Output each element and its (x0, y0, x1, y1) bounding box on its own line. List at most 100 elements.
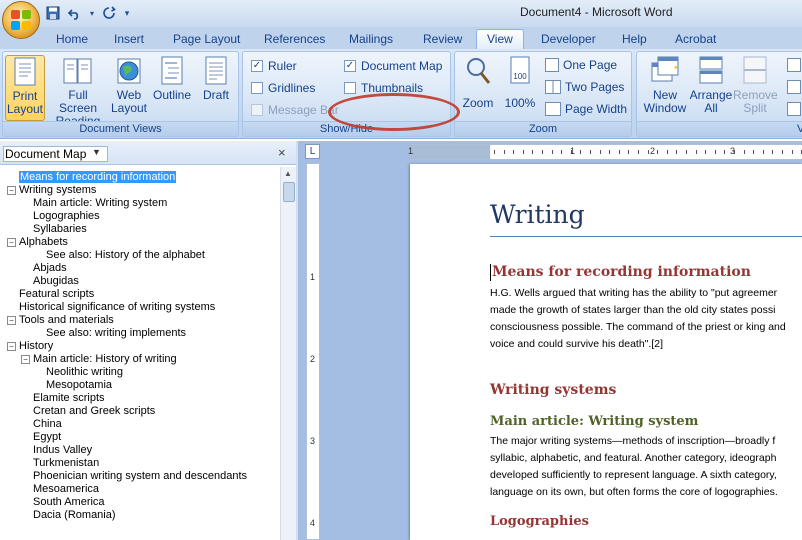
zoom-100-button[interactable]: 100 100% (503, 55, 537, 110)
collapse-toggle-icon[interactable]: − (7, 342, 16, 351)
document-map-item[interactable]: Abugidas (33, 275, 79, 288)
document-map-item[interactable]: − Writing systems (7, 184, 97, 197)
arrange-all-button[interactable]: Arrange All (689, 55, 733, 115)
tab-developer[interactable]: Developer (541, 29, 596, 49)
tab-references[interactable]: References (264, 29, 325, 49)
document-map-item[interactable]: − Tools and materials (7, 314, 114, 327)
document-map-item[interactable]: Featural scripts (19, 288, 94, 301)
draft-button[interactable]: Draft (197, 55, 235, 102)
ruler-label: Ruler (268, 59, 297, 73)
ruler-checkbox[interactable]: ✓ Ruler (251, 59, 297, 73)
redo-icon[interactable] (100, 4, 118, 22)
two-pages-button[interactable]: Two Pages (545, 80, 624, 94)
document-map-item[interactable]: Turkmenistan (33, 457, 99, 470)
horizontal-ruler[interactable]: 1 1 2 3 (408, 144, 802, 160)
document-map-check-icon: ✓ (344, 60, 356, 72)
print-layout-label-2: Layout (6, 102, 44, 116)
collapse-toggle-icon[interactable]: − (7, 238, 16, 247)
magnifier-icon (463, 55, 493, 87)
tab-home[interactable]: Home (56, 29, 88, 49)
tab-help[interactable]: Help (622, 29, 647, 49)
document-map-item[interactable]: Indus Valley (33, 444, 92, 457)
document-map-item[interactable]: China (33, 418, 62, 431)
text-cursor (490, 264, 491, 281)
outline-button[interactable]: Outline (151, 55, 193, 102)
new-window-button[interactable]: New Window (641, 55, 689, 115)
document-map-item[interactable]: South America (33, 496, 105, 509)
scroll-up-icon[interactable]: ▲ (284, 169, 292, 178)
scroll-thumb[interactable] (283, 182, 295, 202)
document-map-item-label: Writing systems (19, 184, 97, 196)
document-map-item[interactable]: Dacia (Romania) (33, 509, 116, 522)
tab-selector-button[interactable]: L (305, 144, 320, 159)
document-map-scrollbar[interactable]: ▲ (280, 167, 296, 540)
document-map-item[interactable]: Elamite scripts (33, 392, 105, 405)
save-icon[interactable] (44, 4, 62, 22)
ruler-tick (590, 150, 591, 154)
one-page-button[interactable]: One Page (545, 58, 617, 72)
document-map-item-label: Main article: Writing system (33, 197, 168, 209)
document-map-item[interactable]: Main article: Writing system (33, 197, 167, 210)
synchronous-scrolling-icon (787, 80, 801, 94)
zoom-button[interactable]: Zoom (461, 55, 495, 110)
ruler-number: 3 (730, 146, 736, 156)
tab-acrobat[interactable]: Acrobat (675, 29, 716, 49)
view-side-by-side-icon (787, 58, 801, 72)
document-map-item[interactable]: Mesoamerica (33, 483, 99, 496)
new-window-icon (650, 55, 680, 87)
document-title: Writing (490, 200, 585, 229)
document-map-item[interactable]: Syllabaries (33, 223, 87, 236)
document-map-item[interactable]: Mesopotamia (46, 379, 112, 392)
synchronous-scrolling-button[interactable] (787, 80, 801, 94)
undo-icon[interactable] (66, 4, 84, 22)
tab-view[interactable]: View (476, 29, 524, 49)
document-map-item-label: Cretan and Greek scripts (33, 405, 156, 417)
view-side-by-side-button[interactable] (787, 58, 801, 72)
document-map-item[interactable]: Cretan and Greek scripts (33, 405, 155, 418)
full-screen-reading-button[interactable]: Full Screen Reading (49, 55, 107, 128)
ruler-number: 1 (310, 272, 316, 282)
document-map-item[interactable]: See also: writing implements (46, 327, 186, 340)
document-work-area: L 1 1 2 3 1 2 3 4 Writing Means for recording … (298, 141, 802, 540)
customize-qat-icon[interactable]: ▾ (122, 4, 132, 22)
tab-insert[interactable]: Insert (114, 29, 144, 49)
collapse-toggle-icon[interactable]: − (7, 316, 16, 325)
document-map-item[interactable]: Logographies (33, 210, 100, 223)
ruler-tick (599, 150, 601, 154)
vertical-ruler[interactable]: 1 2 3 4 (306, 163, 320, 540)
tab-page-layout[interactable]: Page Layout (173, 29, 240, 49)
document-map-item[interactable]: Historical significance of writing syste… (19, 301, 215, 314)
remove-split-label-2: Split (743, 101, 767, 115)
document-map-item[interactable]: − Alphabets (7, 236, 68, 249)
page-width-button[interactable]: Page Width (545, 102, 627, 116)
document-map-item[interactable]: Phoenician writing system and descendant… (33, 470, 247, 483)
document-map-item[interactable]: Egypt (33, 431, 61, 444)
thumbnails-checkbox[interactable]: Thumbnails (344, 81, 423, 95)
full-screen-reading-icon (63, 55, 93, 87)
document-map-item[interactable]: Neolithic writing (46, 366, 123, 379)
document-map-item-label: Syllabaries (33, 223, 87, 235)
document-map-item[interactable]: Means for recording information (19, 171, 177, 184)
document-map-item[interactable]: Abjads (33, 262, 67, 275)
undo-dropdown-icon[interactable]: ▾ (88, 4, 96, 22)
gridlines-checkbox[interactable]: Gridlines (251, 81, 315, 95)
document-map-checkbox[interactable]: ✓ Document Map (344, 59, 442, 73)
collapse-toggle-icon[interactable]: − (7, 186, 16, 195)
document-map-item-label: Alphabets (19, 236, 68, 248)
ruler-tick (532, 150, 534, 154)
office-button[interactable] (2, 1, 40, 39)
chevron-down-icon[interactable]: ▼ (92, 147, 101, 157)
word-window: ▾ ▾ Document4 - Microsoft Word Home Inse… (0, 0, 802, 540)
reset-window-position-button[interactable] (787, 102, 801, 116)
close-icon[interactable]: × (278, 145, 286, 160)
document-map-item[interactable]: See also: History of the alphabet (46, 249, 205, 262)
document-map-item[interactable]: − History (7, 340, 53, 353)
web-layout-button[interactable]: Web Layout (109, 55, 149, 115)
tab-mailings[interactable]: Mailings (349, 29, 393, 49)
tab-review[interactable]: Review (423, 29, 462, 49)
collapse-toggle-icon[interactable]: − (21, 355, 30, 364)
print-layout-button[interactable]: Print Layout (5, 55, 45, 121)
document-map-item-label: Historical significance of writing syste… (19, 301, 216, 313)
document-page[interactable]: Writing Means for recording information … (410, 164, 802, 540)
document-map-item[interactable]: − Main article: History of writing (21, 353, 177, 366)
